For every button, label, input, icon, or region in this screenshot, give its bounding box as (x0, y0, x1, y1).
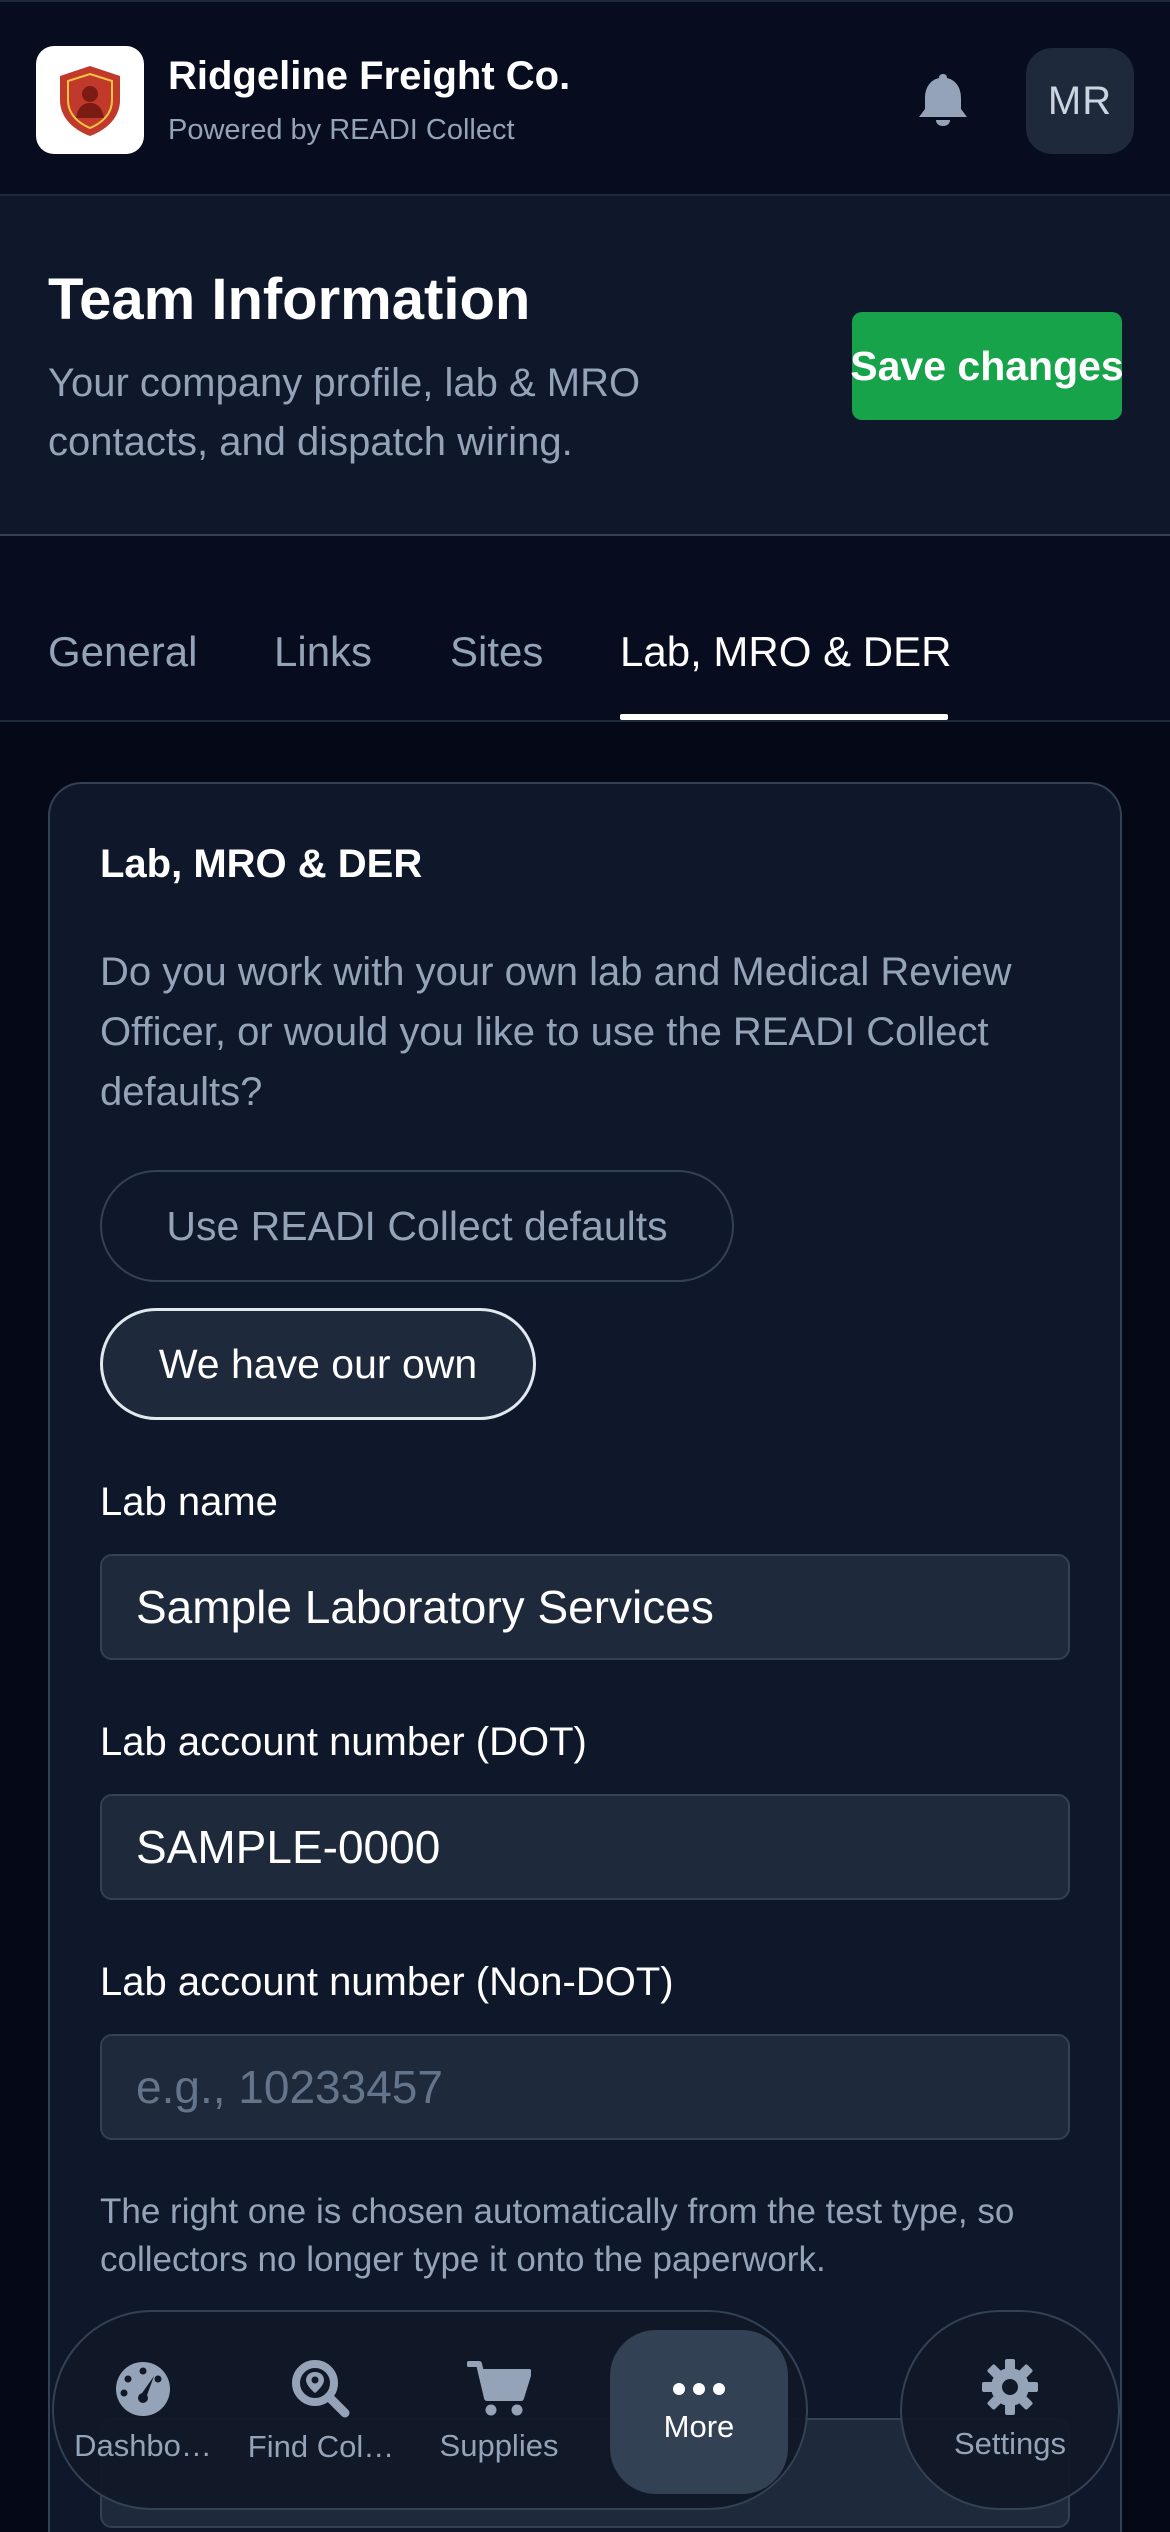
tab-bar: General Links Sites Lab, MRO & DER (0, 536, 1170, 722)
lab-choice-question: Do you work with your own lab and Medica… (100, 950, 1012, 1114)
search-location-icon (292, 2360, 350, 2418)
lab-account-help-text: The right one is chosen automatically fr… (100, 2192, 1015, 2279)
nav-more-label: More (663, 2409, 735, 2444)
bottom-navigation: Dashbo… Find Col… Supplies More (52, 2310, 808, 2510)
nav-find-collector[interactable]: Find Col… (232, 2330, 410, 2494)
page-title: Team Information (48, 267, 531, 332)
lab-account-non-dot-input[interactable] (100, 2034, 1070, 2140)
nav-dashboard[interactable]: Dashbo… (54, 2330, 232, 2494)
powered-by-label: Powered by READI Collect (168, 114, 515, 146)
use-defaults-option-button[interactable]: Use READI Collect defaults (100, 1170, 734, 1282)
settings-button[interactable]: Settings (900, 2310, 1120, 2510)
page-header: Team Information Your company profile, l… (0, 196, 1170, 536)
tab-lab-mro-der[interactable]: Lab, MRO & DER (620, 628, 951, 718)
gear-icon (982, 2359, 1038, 2415)
settings-label: Settings (953, 2426, 1066, 2461)
cart-icon (467, 2361, 531, 2416)
nav-dashboard-label: Dashbo… (74, 2428, 212, 2463)
nav-supplies[interactable]: Supplies (410, 2330, 588, 2494)
nav-find-collector-label: Find Col… (247, 2429, 395, 2464)
tab-links[interactable]: Links (274, 628, 372, 718)
tab-sites[interactable]: Sites (450, 628, 543, 718)
active-tab-indicator (620, 714, 948, 720)
lab-account-dot-input[interactable] (100, 1794, 1070, 1900)
lab-account-dot-label: Lab account number (DOT) (100, 1720, 587, 1764)
lab-name-label: Lab name (100, 1480, 278, 1524)
app-bar: Ridgeline Freight Co. Powered by READI C… (0, 0, 1170, 196)
nav-supplies-label: Supplies (439, 2428, 559, 2463)
user-avatar[interactable]: MR (1026, 48, 1134, 154)
shield-logo-icon (60, 66, 120, 136)
lab-name-input[interactable] (100, 1554, 1070, 1660)
page-description: Your company profile, lab & MRO contacts… (48, 361, 641, 464)
card-title: Lab, MRO & DER (100, 842, 423, 886)
lab-account-non-dot-label: Lab account number (Non-DOT) (100, 1960, 674, 2004)
notifications-bell-icon[interactable] (912, 68, 974, 130)
company-name: Ridgeline Freight Co. (168, 54, 571, 98)
tab-general[interactable]: General (48, 628, 197, 718)
more-dots-icon (673, 2383, 725, 2395)
company-logo[interactable] (36, 46, 144, 154)
nav-more[interactable]: More (610, 2330, 788, 2494)
dashboard-gauge-icon (116, 2362, 170, 2416)
save-changes-button[interactable]: Save changes (850, 312, 1124, 420)
we-have-our-own-option-button[interactable]: We have our own (100, 1308, 536, 1420)
